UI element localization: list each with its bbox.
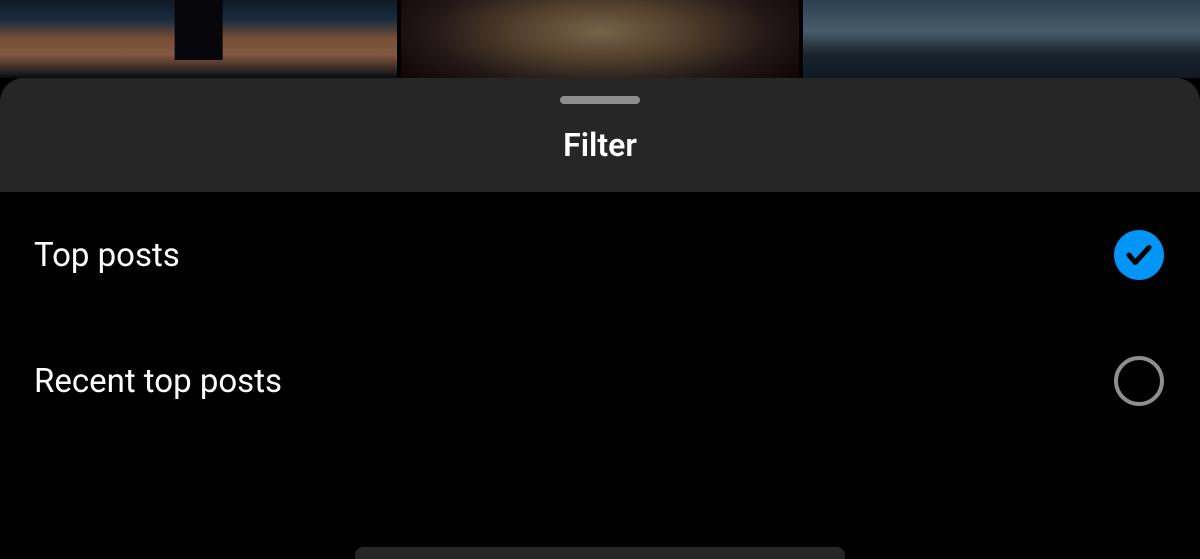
- drag-handle[interactable]: [560, 96, 640, 104]
- radio-selected[interactable]: [1114, 230, 1164, 280]
- peek-button[interactable]: [355, 547, 845, 559]
- filter-option-recent-top-posts[interactable]: Recent top posts: [0, 318, 1200, 444]
- background-image-grid: [0, 0, 1200, 78]
- post-thumbnail: [401, 0, 798, 78]
- check-icon: [1124, 240, 1154, 270]
- filter-option-top-posts[interactable]: Top posts: [0, 192, 1200, 318]
- radio-unselected[interactable]: [1114, 356, 1164, 406]
- filter-option-label: Recent top posts: [34, 362, 282, 401]
- post-thumbnail: [0, 0, 397, 78]
- sheet-title: Filter: [563, 126, 637, 164]
- filter-bottom-sheet: Filter Top posts Recent top posts: [0, 78, 1200, 559]
- filter-options-list: Top posts Recent top posts: [0, 192, 1200, 559]
- sheet-header: Filter: [0, 78, 1200, 192]
- filter-option-label: Top posts: [34, 236, 180, 275]
- post-thumbnail: [803, 0, 1200, 78]
